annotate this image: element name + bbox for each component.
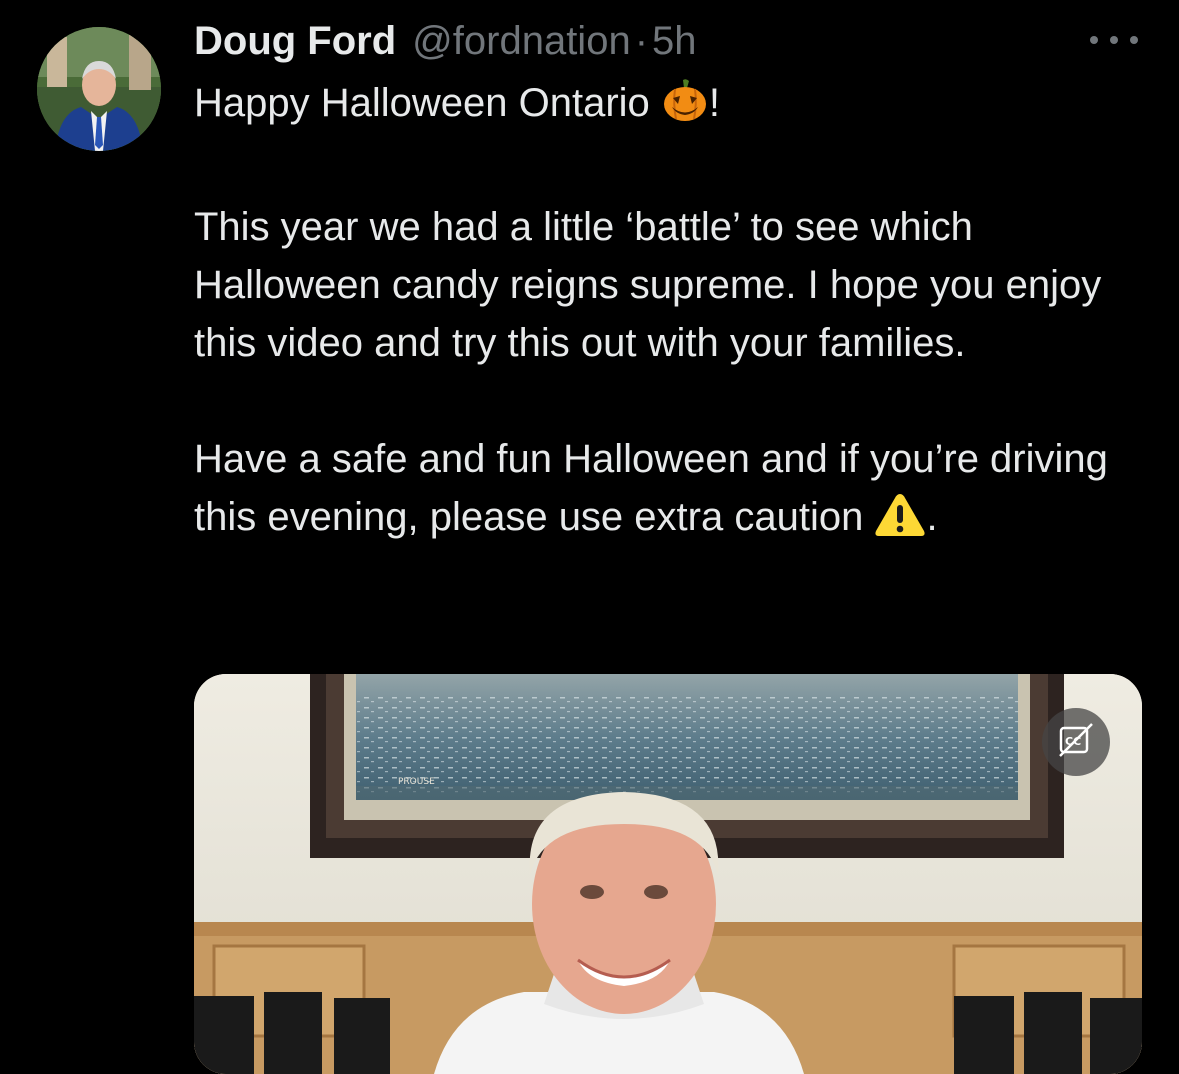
more-dot [1130,36,1138,44]
jack-o-lantern-icon [661,76,709,140]
tweet-timestamp[interactable]: 5h [652,17,697,65]
tweet-paragraph-3-text: Have a safe and fun Halloween and if you… [194,437,1108,539]
avatar[interactable] [37,27,161,151]
tweet-line-1: Happy Halloween Ontario ! [194,74,1124,140]
video-player[interactable]: PROUSE CC [194,674,1142,1074]
tweet-text: Happy Halloween Ontario ! This year we h… [194,74,1124,554]
author-name[interactable]: Doug Ford [194,17,396,65]
tweet-line-1-text: Happy Halloween Ontario [194,81,661,125]
captions-off-icon: CC [1056,720,1096,765]
header-separator: · [634,19,649,63]
video-thumbnail: PROUSE [194,674,1142,1074]
tweet-paragraph-3: Have a safe and fun Halloween and if you… [194,430,1124,554]
author-handle[interactable]: @fordnation [412,17,631,65]
tweet-paragraph-3-end: . [926,495,938,539]
more-options-icon[interactable] [1090,26,1138,54]
painting-signature: PROUSE [398,777,435,787]
more-dot [1090,36,1098,44]
captions-toggle-button[interactable]: CC [1042,708,1110,776]
tweet-line-1-end: ! [708,81,721,125]
tweet-header: Doug Ford @fordnation · 5h [194,17,697,65]
warning-icon [874,492,926,554]
more-dot [1110,36,1118,44]
tweet-paragraph-2: This year we had a little ‘battle’ to se… [194,205,1102,365]
